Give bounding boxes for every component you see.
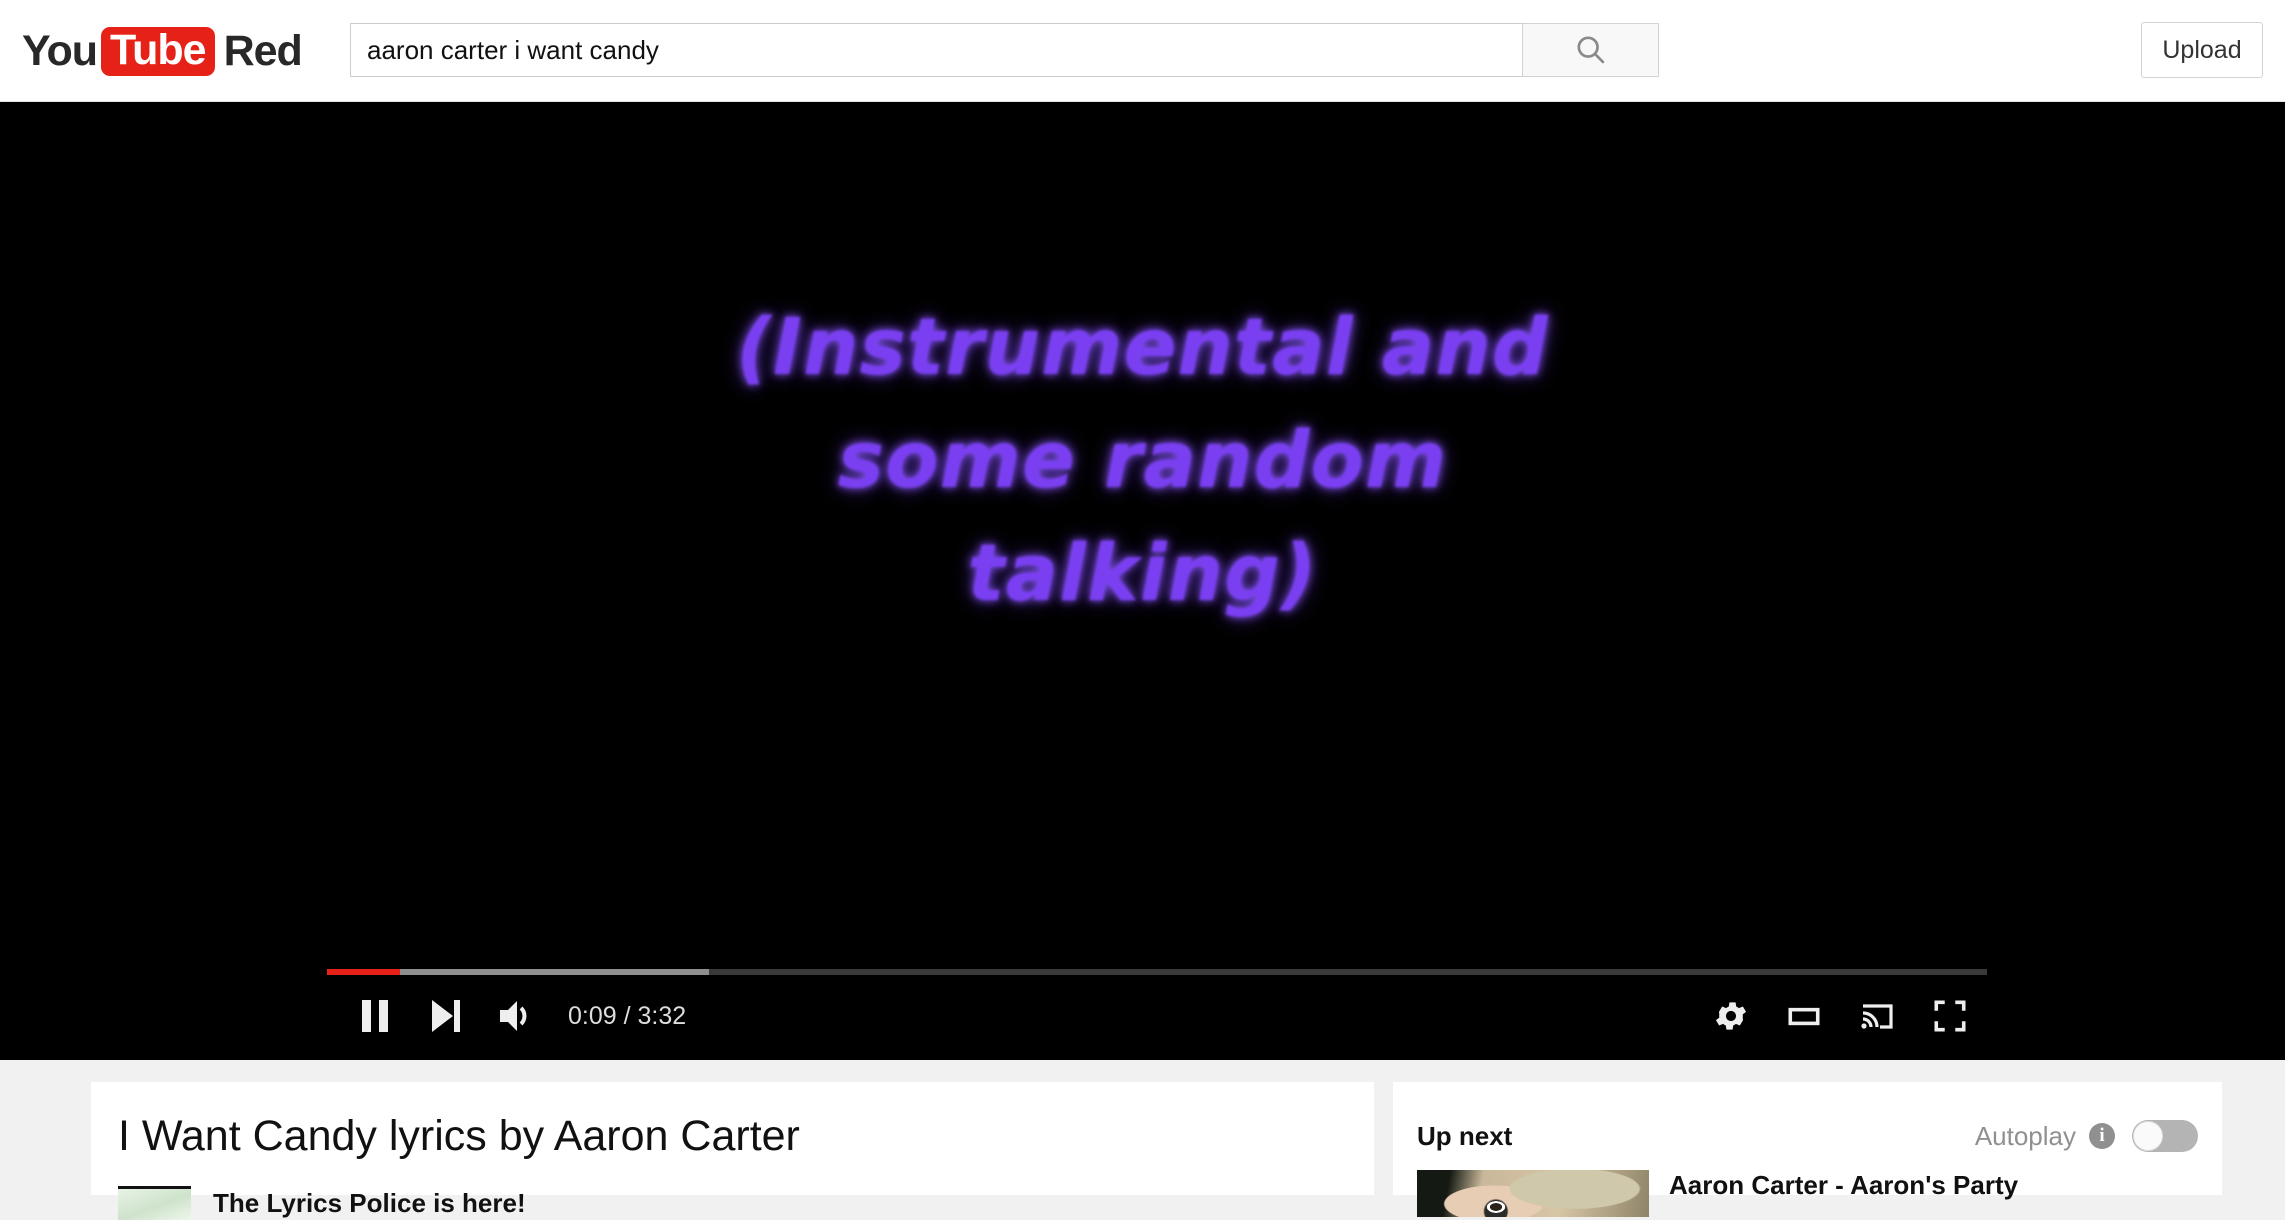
cast-icon [1861, 1004, 1893, 1029]
caption-line-1: (Instrumental and [736, 303, 1549, 393]
search-input[interactable] [350, 23, 1522, 77]
autoplay-group: Autoplay i [1975, 1120, 2198, 1152]
player-controls-left: 0:09 / 3:32 [340, 990, 686, 1042]
logo-tube-text: Tube [110, 25, 207, 74]
thumbnail-image [1417, 1170, 1649, 1217]
logo-tube-badge: Tube [101, 25, 215, 76]
video-caption-text: (Instrumental and some random talking) [0, 292, 2285, 631]
up-next-panel: Up next Autoplay i Aaron Carter - Aaron'… [1393, 1082, 2222, 1217]
next-video-button[interactable] [410, 990, 480, 1042]
logo-you-text: You [22, 26, 98, 75]
youtube-red-logo[interactable]: You Tube Red [22, 23, 303, 79]
pause-button[interactable] [340, 990, 410, 1042]
caption-line-3: talking) [967, 529, 1318, 620]
search-form [350, 23, 1659, 77]
channel-avatar[interactable] [118, 1186, 191, 1220]
upload-button[interactable]: Upload [2141, 22, 2263, 78]
autoplay-label: Autoplay [1974, 1120, 2076, 1151]
content-row: I Want Candy lyrics by Aaron Carter The … [0, 1060, 2285, 1220]
miniplayer-icon [1788, 1007, 1820, 1026]
progress-played [327, 969, 401, 975]
info-icon[interactable]: i [2089, 1123, 2115, 1149]
up-next-header: Up next Autoplay i [1417, 1120, 2198, 1152]
volume-icon [500, 1001, 527, 1031]
pause-icon [362, 1000, 388, 1032]
channel-name[interactable]: The Lyrics Police is here! [213, 1188, 526, 1219]
next-video-icon [432, 1000, 460, 1032]
search-button[interactable] [1522, 23, 1659, 77]
thumbnail-eye-detail [1485, 1200, 1507, 1214]
volume-button[interactable] [480, 990, 550, 1042]
search-icon [1576, 36, 1604, 64]
primary-info-card: I Want Candy lyrics by Aaron Carter The … [91, 1082, 1374, 1220]
video-player[interactable]: (Instrumental and some random talking) 0… [0, 102, 2285, 1060]
masthead: You Tube Red Upload [0, 0, 2285, 102]
time-display: 0:09 / 3:32 [568, 1001, 687, 1030]
settings-button[interactable] [1696, 990, 1766, 1042]
autoplay-toggle-knob [2133, 1121, 2163, 1151]
up-next-thumbnail[interactable] [1417, 1170, 1649, 1217]
cast-button[interactable] [1842, 990, 1912, 1042]
gear-icon [1715, 1002, 1747, 1030]
autoplay-toggle[interactable] [2132, 1120, 2198, 1152]
caption-line-2: some random [837, 416, 1448, 507]
progress-bar[interactable] [327, 969, 1987, 975]
fullscreen-button[interactable] [1915, 990, 1985, 1042]
miniplayer-button[interactable] [1769, 990, 1839, 1042]
fullscreen-icon [1934, 1000, 1966, 1032]
video-title: I Want Candy lyrics by Aaron Carter [118, 1112, 800, 1160]
up-next-video-title[interactable]: Aaron Carter - Aaron's Party [1669, 1170, 2018, 1201]
up-next-item[interactable]: Aaron Carter - Aaron's Party [1417, 1170, 2018, 1217]
channel-row[interactable]: The Lyrics Police is here! [118, 1186, 526, 1220]
player-controls-right [1693, 990, 1985, 1042]
up-next-label: Up next [1417, 1120, 1513, 1151]
logo-red-text: Red [223, 26, 303, 75]
